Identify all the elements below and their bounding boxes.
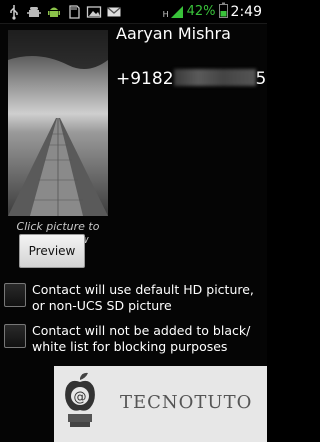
android-icon	[46, 4, 62, 20]
watermark-text: TECNOTUTO	[120, 392, 253, 413]
phone-redacted	[173, 69, 256, 86]
apple-logo-icon: @	[65, 372, 95, 427]
option-label: Contact will not be added to black/ whit…	[32, 323, 251, 354]
option-default-hd-picture[interactable]: Contact will use default HD picture, or …	[4, 282, 260, 314]
preview-button[interactable]: Preview	[19, 234, 85, 268]
battery-percent: 42%	[186, 4, 216, 19]
clock: 2:49	[230, 3, 262, 20]
signal-icon	[170, 5, 183, 18]
status-bar: H 42% 2:49	[0, 0, 267, 24]
option-blocking-list[interactable]: Contact will not be added to black/ whit…	[4, 323, 260, 355]
android-debug-icon	[26, 4, 42, 20]
checkbox[interactable]	[4, 283, 26, 307]
option-label: Contact will use default HD picture, or …	[32, 282, 254, 313]
phone-prefix: +9182	[116, 69, 174, 89]
contact-editor: Click picture to assign new Preview Aary…	[0, 24, 267, 442]
network-indicator: H	[163, 5, 184, 19]
contact-name[interactable]: Aaryan Mishra	[116, 24, 231, 43]
image-icon	[86, 4, 102, 20]
contact-photo[interactable]	[8, 30, 108, 216]
gmail-icon	[106, 4, 122, 20]
battery-icon	[218, 2, 228, 22]
checkbox[interactable]	[4, 324, 26, 348]
usb-icon	[6, 4, 22, 20]
contact-phone[interactable]: +9182 5	[116, 69, 266, 89]
sd-card-icon	[66, 4, 82, 20]
phone-suffix: 5	[255, 69, 267, 89]
watermark: @ TECNOTUTO	[54, 366, 267, 442]
svg-text:@: @	[74, 390, 87, 405]
